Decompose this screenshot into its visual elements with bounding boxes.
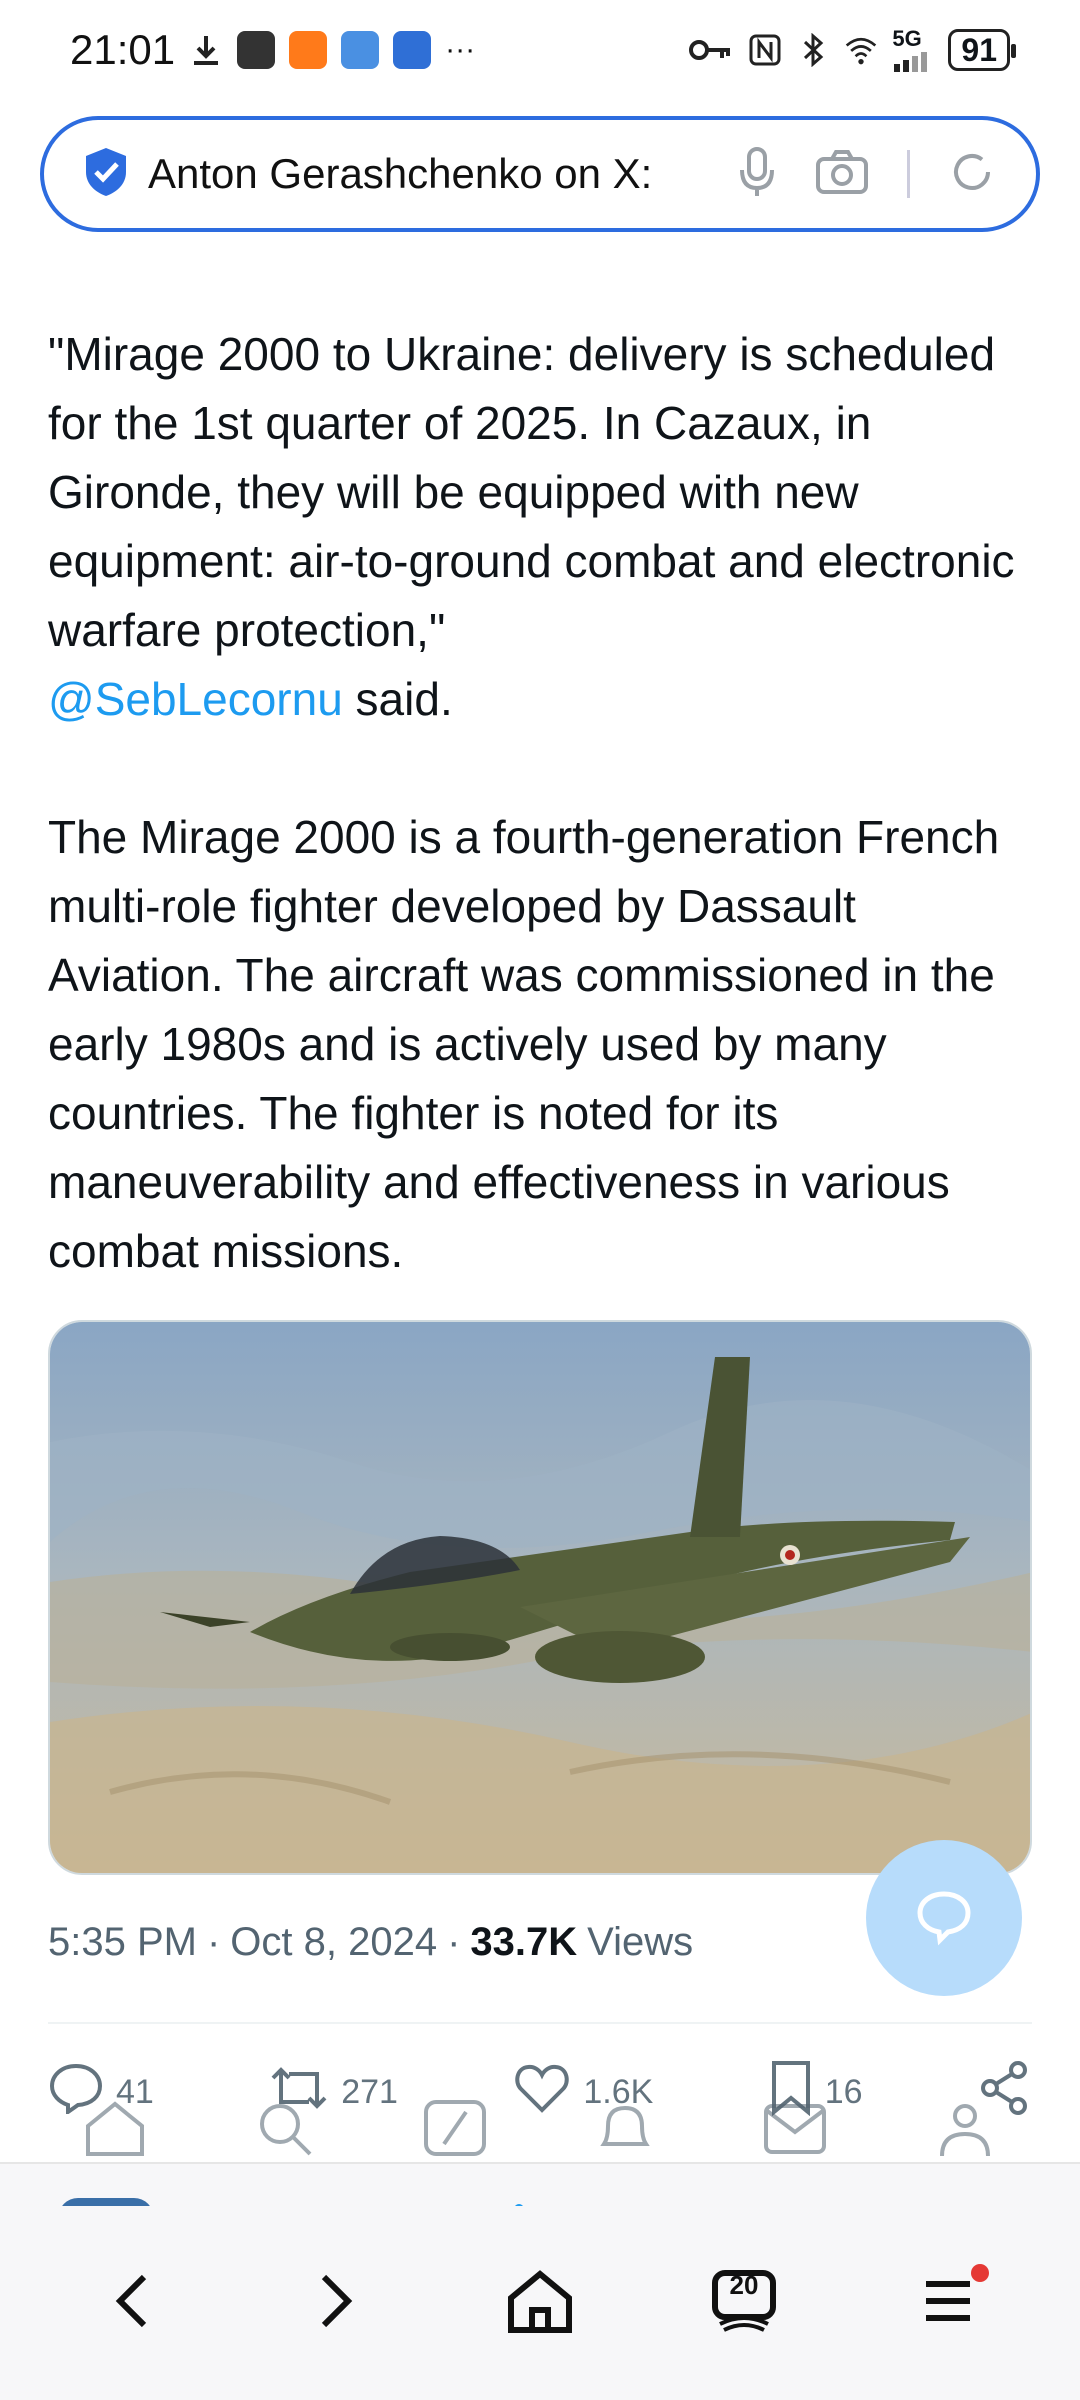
meta-separator: · — [206, 1920, 221, 1964]
tweet-text: "Mirage 2000 to Ukraine: delivery is sch… — [48, 320, 1038, 1286]
nav-divider — [0, 2162, 1080, 2164]
back-button[interactable] — [77, 2248, 187, 2358]
tweet-body-paragraph: The Mirage 2000 is a fourth-generation F… — [48, 811, 1000, 1277]
notification-dot — [971, 2264, 989, 2282]
address-separator — [907, 150, 910, 198]
home-icon[interactable] — [82, 2098, 148, 2163]
compose-button[interactable] — [866, 1840, 1022, 1996]
download-icon — [189, 33, 223, 67]
grok-icon[interactable] — [422, 2098, 488, 2163]
weather-icon — [341, 31, 380, 69]
bluetooth-icon — [796, 33, 830, 67]
shield-app-icon — [393, 31, 432, 69]
communities-icon[interactable] — [932, 2098, 998, 2163]
status-time: 21:01 — [70, 26, 176, 73]
browser-home-button[interactable] — [485, 2248, 595, 2358]
signal-icon: 5G — [892, 28, 934, 72]
page-title[interactable]: Anton Gerashchenko on X: — [148, 150, 737, 198]
tweet-date[interactable]: Oct 8, 2024 — [230, 1920, 437, 1965]
tabs-button[interactable]: 20 — [689, 2248, 799, 2358]
network-label: 5G — [892, 26, 922, 51]
mic-icon[interactable] — [737, 146, 777, 203]
x-bottom-nav — [0, 2090, 1080, 2170]
mail-icon — [237, 31, 276, 69]
home-icon — [505, 2268, 575, 2339]
tweet-image[interactable] — [48, 1320, 1032, 1875]
views-count: 33.7K — [470, 1920, 578, 1964]
said-text: said. — [342, 673, 453, 725]
battery-indicator: 91 — [948, 29, 1016, 71]
scroll-peek — [0, 2164, 1080, 2218]
tweet-meta: 5:35 PM · Oct 8, 2024 · 33.7K Views — [48, 1920, 693, 1965]
forward-icon — [316, 2271, 356, 2336]
menu-icon — [922, 2276, 974, 2331]
refresh-icon[interactable] — [948, 148, 996, 201]
tab-count: 20 — [729, 2270, 759, 2300]
verified-shield-icon — [82, 146, 130, 203]
menu-button[interactable] — [893, 2248, 1003, 2358]
status-bar: 21:01 ··· 5G 91 — [0, 0, 1080, 100]
compose-icon — [914, 1886, 974, 1951]
tweet-quote-paragraph: "Mirage 2000 to Ukraine: delivery is sch… — [48, 320, 1038, 734]
search-icon[interactable] — [252, 2098, 318, 2163]
browser-toolbar: 20 — [0, 2206, 1080, 2400]
address-bar[interactable]: Anton Gerashchenko on X: — [40, 116, 1040, 232]
camera-icon[interactable] — [815, 149, 869, 200]
play-icon — [289, 31, 328, 69]
notifications-icon[interactable] — [592, 2098, 658, 2163]
status-more: ··· — [445, 33, 476, 66]
mention-link[interactable]: @SebLecornu — [48, 673, 343, 725]
messages-icon[interactable] — [762, 2098, 828, 2163]
nfc-icon — [748, 33, 782, 67]
quote-text: "Mirage 2000 to Ukraine: delivery is sch… — [48, 328, 1028, 656]
back-icon — [112, 2271, 152, 2336]
meta-separator: · — [447, 1920, 461, 1964]
key-icon — [688, 33, 734, 67]
forward-button[interactable] — [281, 2248, 391, 2358]
divider — [48, 2022, 1032, 2024]
tweet-time[interactable]: 5:35 PM — [48, 1920, 197, 1965]
views-label: Views — [587, 1920, 694, 1964]
wifi-icon — [844, 33, 878, 67]
